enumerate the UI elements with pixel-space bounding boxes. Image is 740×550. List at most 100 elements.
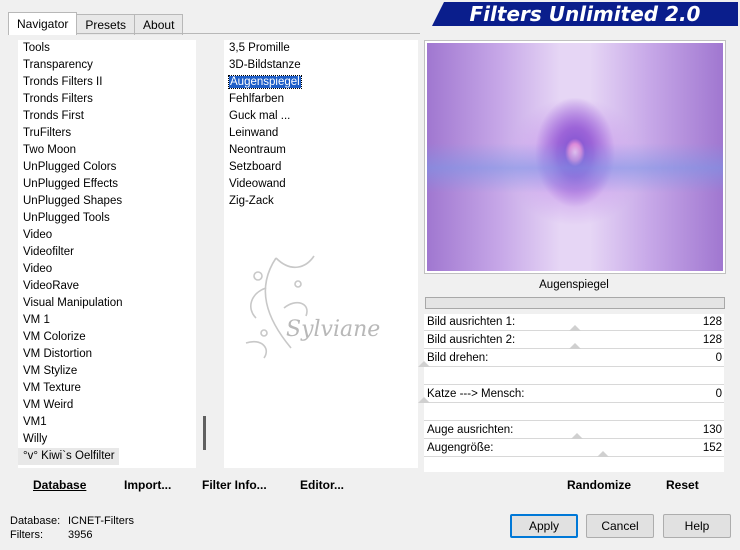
app-banner: Filters Unlimited 2.0 [432,2,738,26]
category-item[interactable]: UnPlugged Effects [18,176,196,193]
category-item[interactable]: VM Texture [18,380,196,397]
preview-frame [424,40,726,274]
editor-button[interactable]: Editor... [300,473,344,497]
category-item[interactable]: VM Stylize [18,363,196,380]
category-item[interactable]: UnPlugged Tools [18,210,196,227]
database-value: ICNET-Filters [68,515,134,527]
category-item[interactable]: UnPlugged Colors [18,159,196,176]
cancel-button[interactable]: Cancel [586,514,654,538]
help-button[interactable]: Help [663,514,731,538]
category-item[interactable]: Video [18,261,196,278]
category-item[interactable]: Videofilter [18,244,196,261]
filter-item[interactable]: Neontraum [224,142,418,159]
parameter-row[interactable]: Katze ---> Mensch: 0 [418,386,724,404]
filter-item[interactable]: Leinwand [224,125,418,142]
category-item[interactable]: VM 1 [18,312,196,329]
parameter-slider-thumb[interactable] [568,325,581,331]
filter-item[interactable]: 3,5 Promille [224,40,418,57]
parameter-slider-thumb[interactable] [418,361,430,367]
database-label: Database: [10,515,61,527]
filter-item-label: Fehlfarben [229,93,284,105]
filter-item[interactable]: Setzboard [224,159,418,176]
parameter-slider-track[interactable] [424,384,724,385]
parameter-slider-track[interactable] [424,420,724,421]
parameter-button-bar: Randomize Reset [424,473,724,497]
parameter-row[interactable]: Bild drehen: 0 [418,350,724,368]
parameter-slider-track[interactable] [424,366,724,367]
import-button[interactable]: Import... [124,473,171,497]
parameter-slider-track[interactable] [424,456,724,457]
database-info: Database: ICNET-Filters Filters: 3956 [10,514,134,542]
parameter-slider-thumb[interactable] [596,451,609,457]
category-item[interactable]: VM Weird [18,397,196,414]
filter-item-label: Zig-Zack [229,195,274,207]
tab-about[interactable]: About [134,14,184,35]
parameter-label: Katze ---> Mensch: [427,388,525,400]
filter-item-label: Neontraum [229,144,286,156]
parameter-row[interactable]: Bild ausrichten 1: 128 [424,314,724,332]
parameter-row[interactable]: Augengröße: 152 [424,440,724,458]
category-item[interactable]: °v° Kiwi`s Oelfilter [18,448,119,465]
category-list[interactable]: Tools Transparency Tronds Filters II Tronds… [18,40,196,468]
parameter-value: 130 [702,424,722,436]
filter-item[interactable]: Guck mal ... [224,108,418,125]
parameter-slider-thumb[interactable] [571,433,583,439]
filter-item[interactable]: Videowand [224,176,418,193]
selected-filter-name: Augenspiegel [539,279,609,291]
parameter-row [424,404,724,422]
parameter-row[interactable]: Bild ausrichten 2: 128 [424,332,724,350]
filter-item-label: Videowand [229,178,286,190]
filter-item-label: Leinwand [229,127,279,139]
category-item[interactable]: Tools [18,40,196,57]
parameter-slider-thumb[interactable] [568,343,581,349]
parameter-value: 128 [702,334,722,346]
filter-item[interactable]: Zig-Zack [224,193,418,210]
parameter-value: 0 [715,388,722,400]
parameter-slider-thumb[interactable] [418,397,430,403]
parameter-label: Augengröße: [427,442,494,454]
tab-presets[interactable]: Presets [76,14,136,35]
parameter-value: 152 [702,442,722,454]
category-item[interactable]: VM1 [18,414,196,431]
category-item[interactable]: Visual Manipulation [18,295,196,312]
navigator-button-bar: Database Import... Filter Info... Editor… [18,473,418,497]
category-scrollbar[interactable] [198,40,212,468]
filter-item-label: 3D-Bildstanze [229,59,301,71]
tab-navigator[interactable]: Navigator [8,12,78,35]
parameter-label: Bild ausrichten 2: [427,334,516,346]
apply-button[interactable]: Apply [510,514,578,538]
category-item[interactable]: UnPlugged Shapes [18,193,196,210]
category-item[interactable]: Tronds Filters [18,91,196,108]
category-item[interactable]: Tronds First [18,108,196,125]
reset-button[interactable]: Reset [666,473,699,497]
parameter-slider-track[interactable] [424,402,724,403]
watermark-text: Sylviane [286,317,380,342]
filter-item-label: Augenspiegel [228,75,302,89]
category-item[interactable]: VM Colorize [18,329,196,346]
category-item[interactable]: Willy [18,431,196,448]
filter-item[interactable]: Fehlfarben [224,91,418,108]
category-item[interactable]: Video [18,227,196,244]
filter-item-label: Guck mal ... [229,110,291,122]
filter-item[interactable]: 3D-Bildstanze [224,57,418,74]
parameter-row [424,368,724,386]
filters-label: Filters: [10,529,43,541]
filter-info-button[interactable]: Filter Info... [202,473,267,497]
tab-bar: Navigator Presets About [8,12,184,35]
category-scroll-thumb[interactable] [203,416,206,450]
category-item[interactable]: VideoRave [18,278,196,295]
parameter-value: 128 [702,316,722,328]
filter-item-label: 3,5 Promille [229,42,290,54]
parameter-row[interactable]: Auge ausrichten: 130 [424,422,724,440]
category-item[interactable]: Transparency [18,57,196,74]
category-item[interactable]: TruFilters [18,125,196,142]
category-item[interactable]: Tronds Filters II [18,74,196,91]
filter-item[interactable]: Augenspiegel [224,74,418,91]
preview-image [427,43,723,271]
category-item[interactable]: Two Moon [18,142,196,159]
watermark-logo: Sylviane [236,248,386,368]
parameter-label: Bild drehen: [427,352,489,364]
randomize-button[interactable]: Randomize [567,473,631,497]
database-button[interactable]: Database [33,473,86,497]
category-item[interactable]: VM Distortion [18,346,196,363]
